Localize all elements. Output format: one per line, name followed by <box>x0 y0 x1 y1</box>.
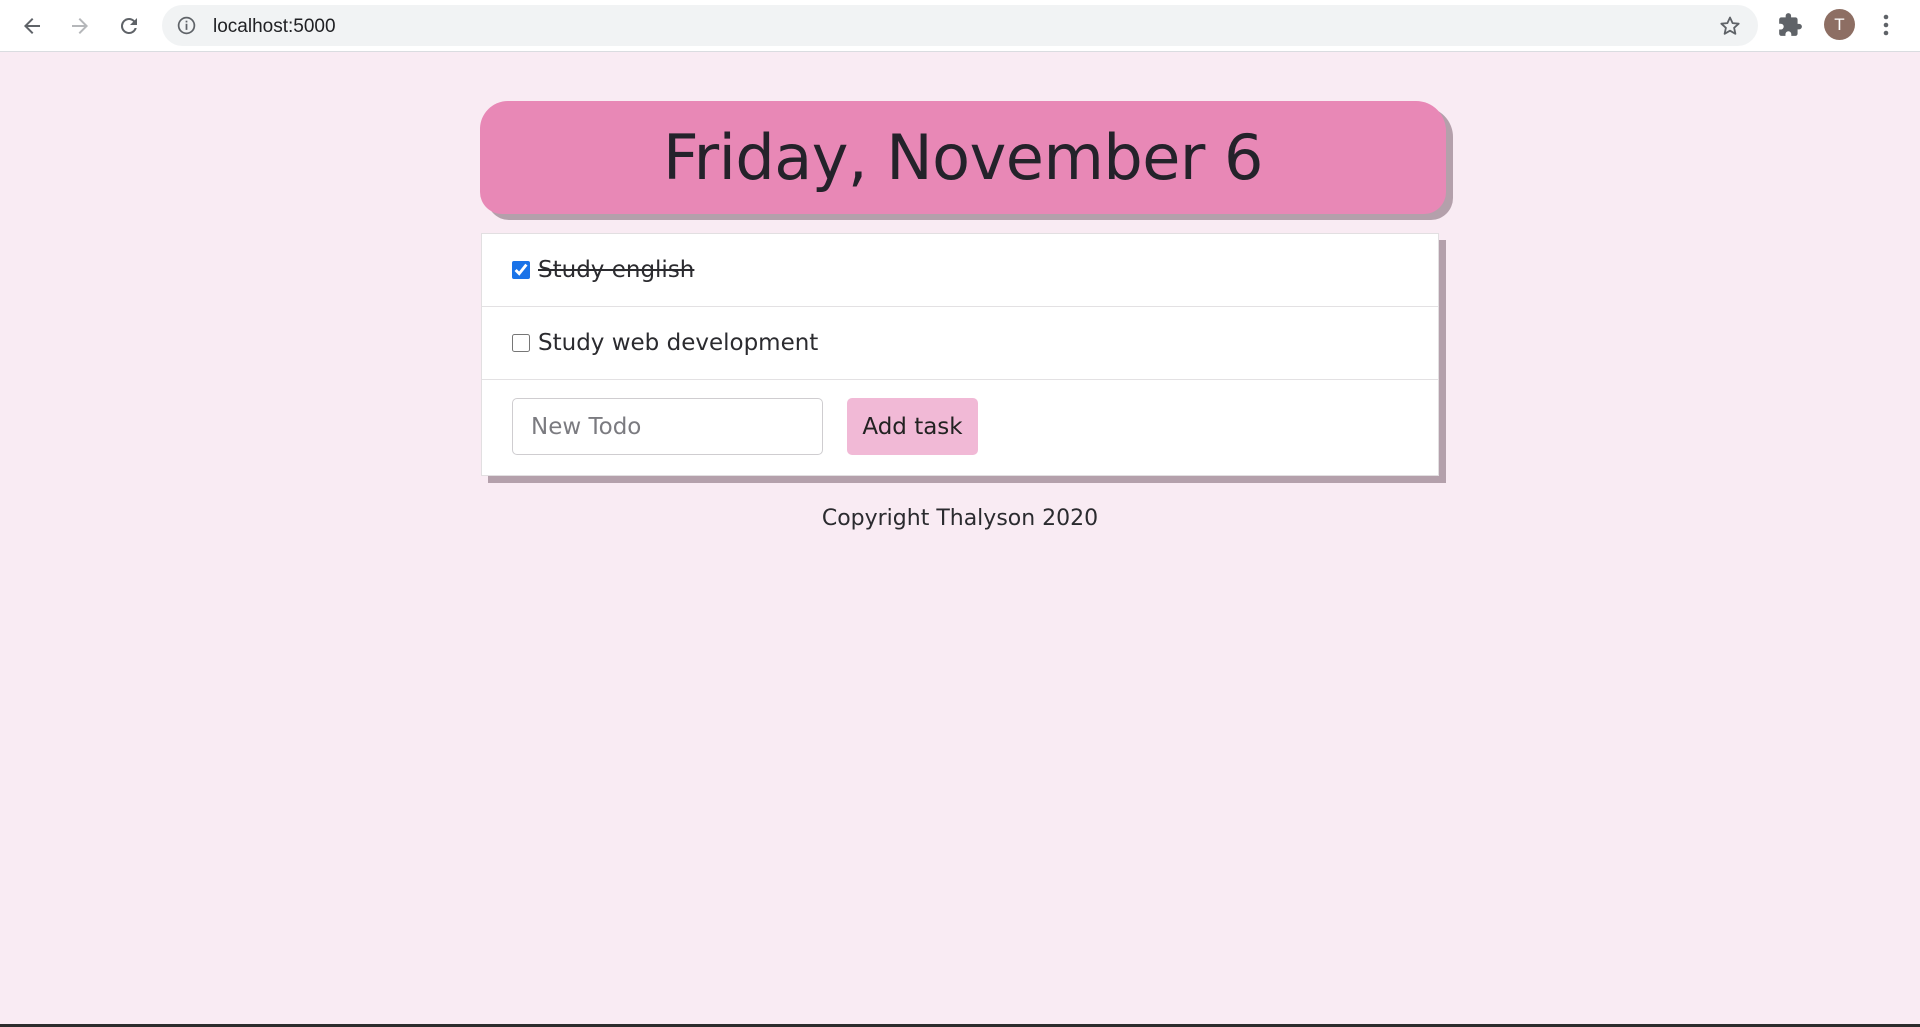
date-header: Friday, November 6 <box>480 101 1446 214</box>
forward-button[interactable] <box>56 2 104 50</box>
footer-copyright: Copyright Thalyson 2020 <box>821 506 1099 531</box>
todo-list: Study english Study web development Add … <box>481 233 1439 476</box>
back-button[interactable] <box>8 2 56 50</box>
todo-checkbox[interactable] <box>512 261 530 279</box>
menu-icon[interactable] <box>1876 12 1896 38</box>
avatar[interactable]: T <box>1824 9 1855 40</box>
reload-button[interactable] <box>105 2 153 50</box>
back-arrow-icon <box>24 18 40 34</box>
star-icon[interactable] <box>1718 14 1742 38</box>
url-text[interactable]: localhost:5000 <box>213 16 336 38</box>
page-title: Friday, November 6 <box>662 121 1264 194</box>
new-todo-input[interactable] <box>512 398 823 455</box>
forward-arrow-icon <box>72 18 88 34</box>
todo-text: Study web development <box>538 330 819 356</box>
todo-checkbox[interactable] <box>512 334 530 352</box>
list-item: Study english <box>482 234 1438 307</box>
list-item: Study web development <box>482 307 1438 380</box>
address-bar[interactable]: localhost:5000 <box>162 5 1758 46</box>
browser-toolbar: localhost:5000 T <box>0 0 1920 52</box>
add-task-button[interactable]: Add task <box>847 398 978 455</box>
extensions-icon[interactable] <box>1777 12 1803 38</box>
todo-text: Study english <box>538 257 695 283</box>
info-icon[interactable] <box>176 15 197 36</box>
reload-icon <box>120 17 137 34</box>
new-todo-form: Add task <box>482 381 1438 475</box>
